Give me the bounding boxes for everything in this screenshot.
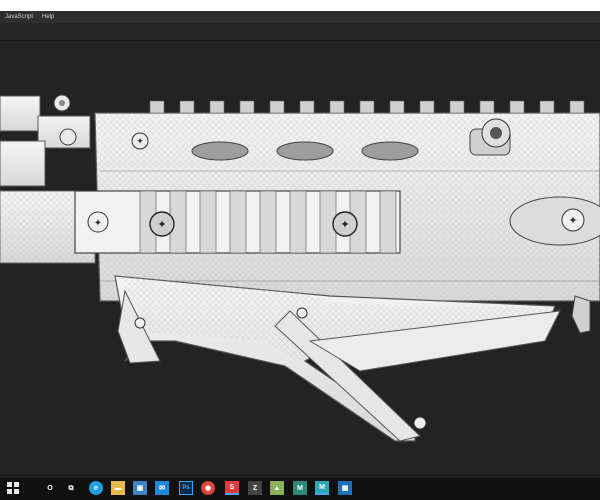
task-view-icon: ⧉ bbox=[68, 484, 74, 492]
svg-text:✦: ✦ bbox=[94, 218, 102, 229]
svg-text:✦: ✦ bbox=[568, 214, 577, 227]
svg-text:✦: ✦ bbox=[136, 137, 144, 147]
edge-browser-icon: e bbox=[94, 484, 98, 492]
lower-rail: ✦ ✦ ✦ bbox=[74, 190, 401, 254]
taskbar-task-view[interactable]: ⧉ bbox=[64, 481, 78, 495]
taskbar-zbrush[interactable]: Z bbox=[248, 481, 262, 495]
photoshop-icon: Ps bbox=[182, 485, 190, 491]
menu-javascript[interactable]: JavaScript bbox=[5, 11, 33, 23]
store-icon: ▣ bbox=[136, 484, 144, 492]
substance-icon: S bbox=[229, 483, 235, 491]
taskbar-file-explorer[interactable]: ▬ bbox=[111, 481, 125, 495]
taskbar-chrome[interactable]: ◉ bbox=[201, 481, 215, 495]
taskbar-photoshop[interactable]: Ps bbox=[179, 481, 193, 495]
photo-gallery-icon: ▦ bbox=[341, 484, 349, 492]
menu-bar: JavaScript Help bbox=[0, 11, 600, 23]
marmoset-icon: M bbox=[297, 484, 303, 492]
toolbar bbox=[0, 23, 600, 41]
rifle-wireframe-render: ✦ ✦ ✦ ✦ ✦ bbox=[0, 94, 600, 442]
start-icon[interactable] bbox=[6, 481, 20, 495]
chrome-icon: ◉ bbox=[204, 484, 212, 492]
taskbar-store[interactable]: ▣ bbox=[133, 481, 147, 495]
taskbar-edge[interactable]: e bbox=[89, 481, 103, 495]
windows-taskbar: O ⧉ e ▬ ▣ ✉ Ps ◉ S Z ▲ M M ▦ bbox=[0, 478, 600, 500]
search-circle-icon: O bbox=[47, 484, 53, 492]
taskbar-search-icon[interactable]: O bbox=[43, 481, 57, 495]
zbrush-icon: Z bbox=[252, 484, 258, 492]
maya-icon: M bbox=[319, 483, 325, 491]
taskbar-mail[interactable]: ✉ bbox=[155, 481, 169, 495]
image-viewer-icon: ▲ bbox=[273, 484, 281, 492]
windows-logo-icon bbox=[7, 482, 19, 494]
taskbar-image-viewer[interactable]: ▲ bbox=[270, 481, 284, 495]
svg-text:✦: ✦ bbox=[157, 218, 166, 231]
top-edge bbox=[0, 0, 600, 11]
rear-sight bbox=[0, 94, 91, 187]
mail-icon: ✉ bbox=[159, 484, 165, 492]
taskbar-maya[interactable]: M bbox=[315, 481, 329, 495]
file-explorer-icon: ▬ bbox=[114, 484, 122, 492]
svg-text:✦: ✦ bbox=[340, 218, 349, 231]
taskbar-photo-gallery[interactable]: ▦ bbox=[338, 481, 352, 495]
side-plate bbox=[509, 196, 600, 246]
taskbar-marmoset[interactable]: M bbox=[293, 481, 307, 495]
taskbar-substance[interactable]: S bbox=[225, 481, 239, 495]
3d-viewport[interactable]: ✦ ✦ ✦ ✦ ✦ bbox=[0, 41, 600, 474]
menu-help[interactable]: Help bbox=[42, 11, 54, 23]
